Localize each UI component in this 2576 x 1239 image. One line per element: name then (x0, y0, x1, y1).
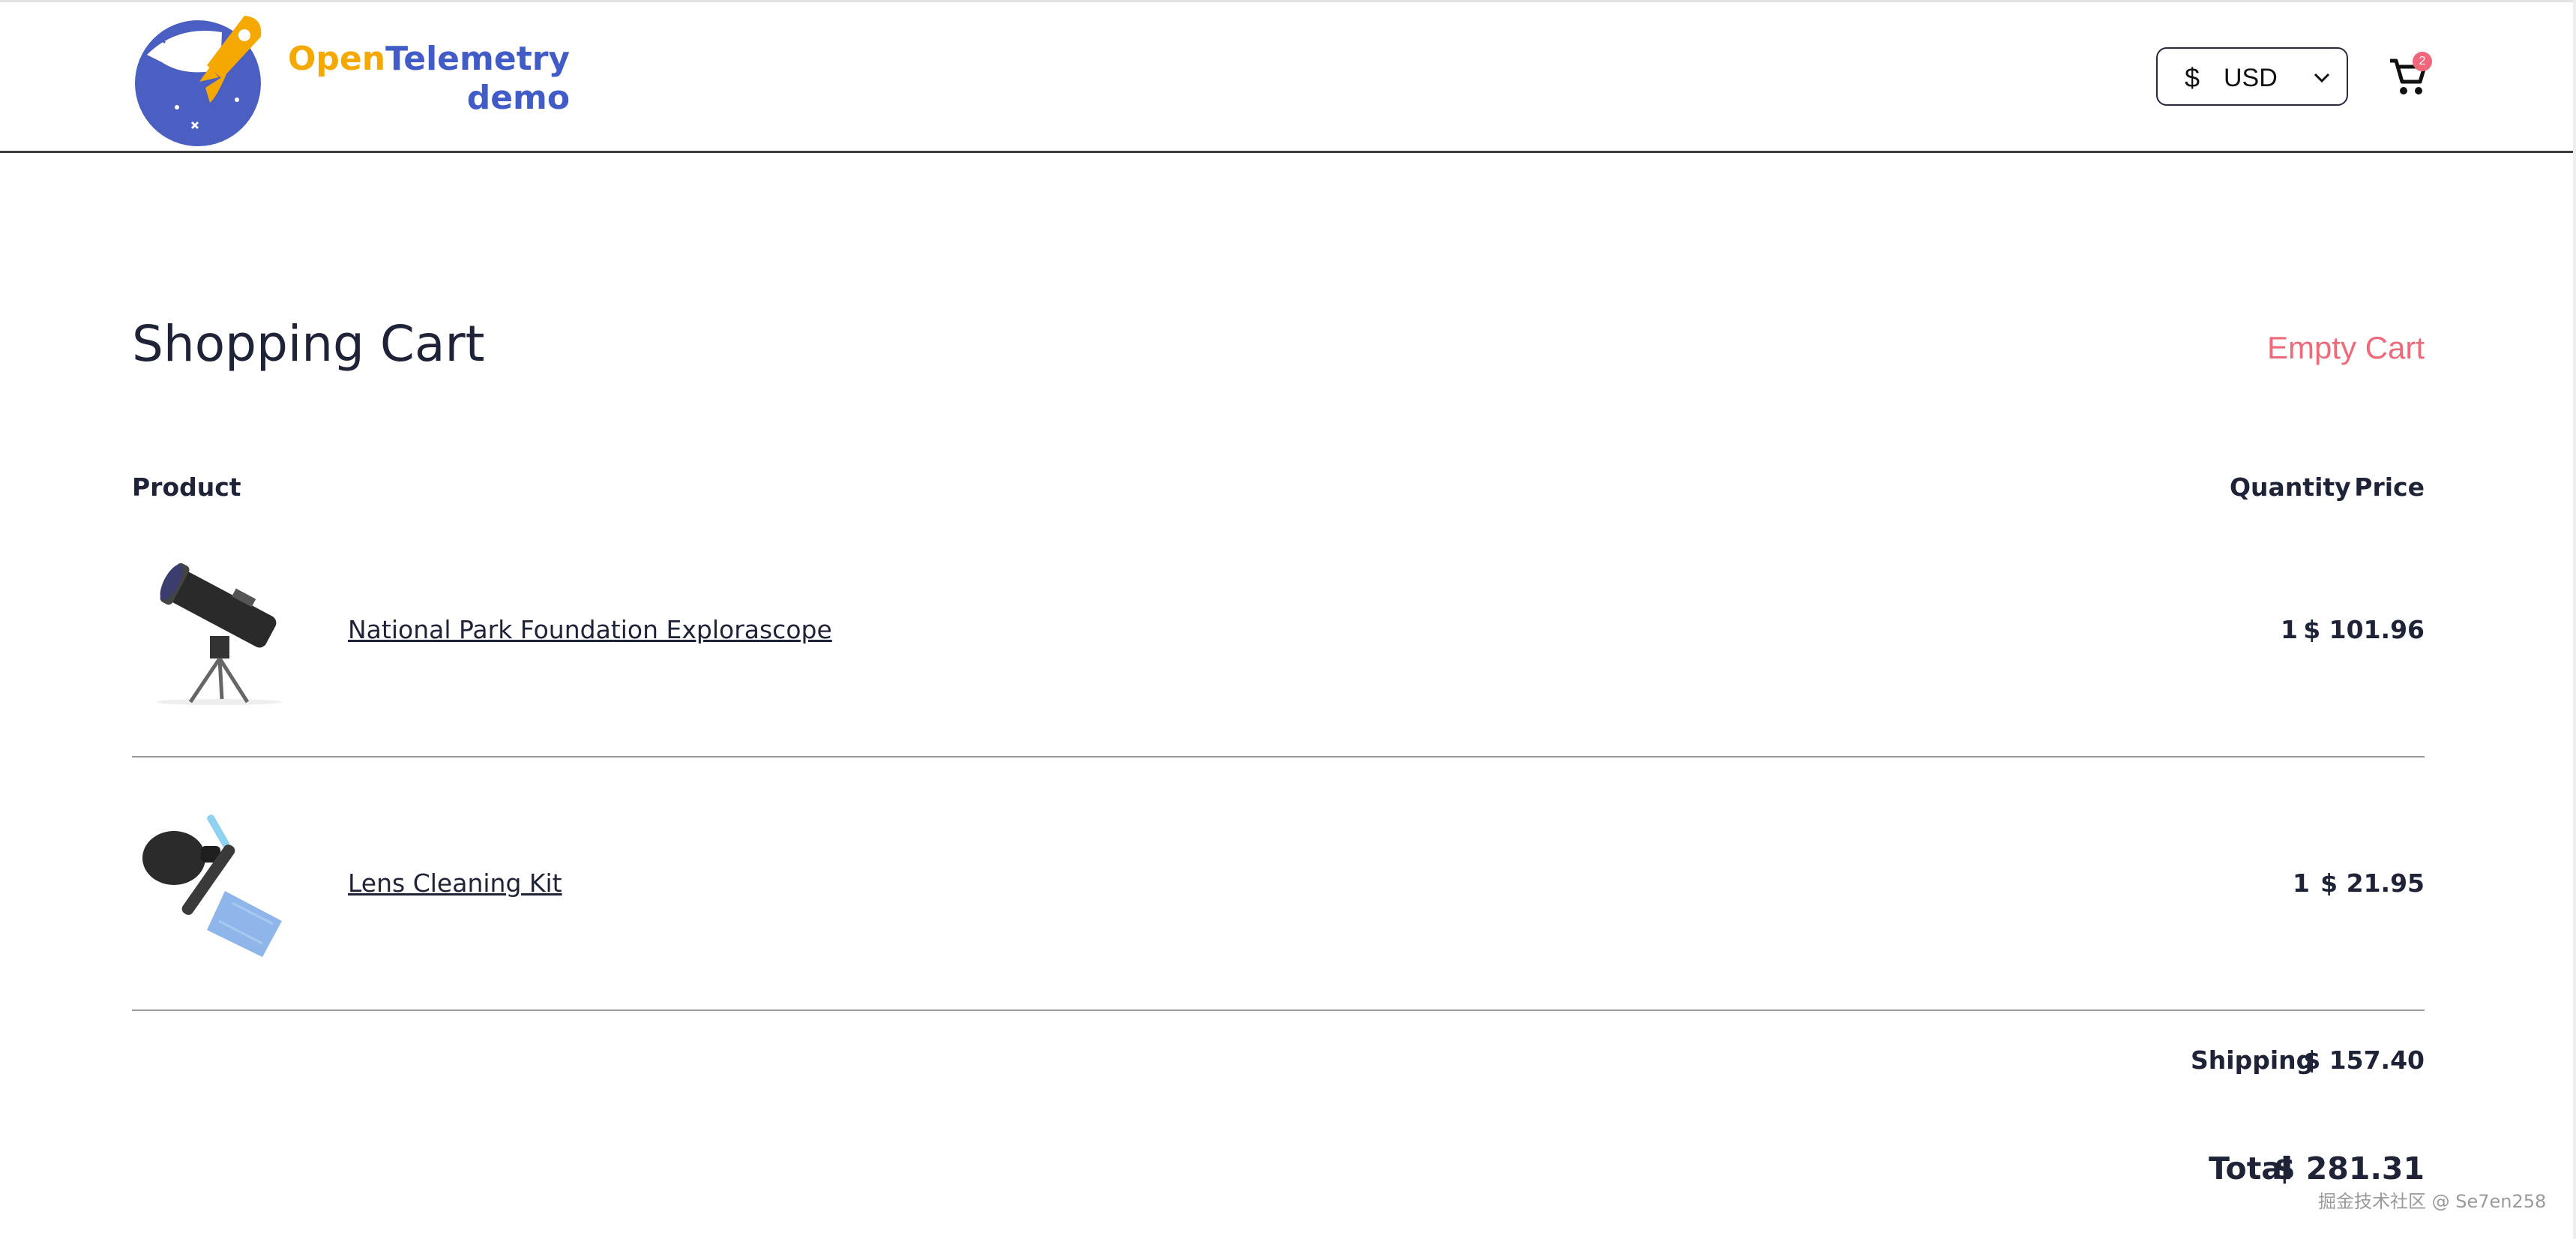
shipping-label: Shipping (2191, 1046, 2314, 1075)
item-quantity: 1 (2281, 615, 2298, 644)
cart-item-row: Lens Cleaning Kit 1 $ 21.95 (132, 758, 2425, 1011)
item-quantity: 1 (2293, 868, 2310, 898)
logo-word-telemetry: Telemetry (385, 40, 571, 78)
currency-select[interactable]: $ USD (2156, 47, 2348, 106)
site-header: OpenTelemetry demo $ USD 2 (0, 2, 2573, 153)
product-link[interactable]: National Park Foundation Explorascope (348, 615, 832, 644)
rocket-moon-icon (135, 16, 262, 146)
empty-cart-button[interactable]: Empty Cart (2267, 330, 2425, 366)
watermark: 掘金技术社区 @ Se7en258 (2318, 1191, 2547, 1212)
item-price: $ 21.95 (2320, 868, 2425, 898)
cart-count-badge: 2 (2413, 52, 2432, 71)
lens-cleaning-kit-image (142, 814, 282, 957)
column-header-product: Product (132, 472, 241, 502)
column-header-price: Price (2354, 472, 2425, 502)
logo-wordmark: OpenTelemetry demo (288, 40, 570, 118)
currency-code: USD (2224, 64, 2278, 92)
total-value: $ 281.31 (2273, 1150, 2425, 1186)
telescope-image (156, 562, 282, 705)
scrollbar-track[interactable] (2573, 0, 2576, 1239)
shipping-value: $ 157.40 (2303, 1046, 2425, 1075)
logo-word-demo: demo (466, 79, 571, 117)
product-link[interactable]: Lens Cleaning Kit (348, 868, 562, 898)
chevron-down-icon (2314, 73, 2330, 83)
cart-item-row: National Park Foundation Explorascope 1 … (132, 504, 2425, 758)
item-price: $ 101.96 (2303, 615, 2425, 644)
column-header-quantity: Quantity (2230, 472, 2351, 502)
currency-symbol: $ (2185, 62, 2200, 93)
cart-button[interactable]: 2 (2389, 52, 2434, 100)
logo-word-open: Open (288, 40, 386, 78)
opentelemetry-logo[interactable]: OpenTelemetry demo (132, 10, 570, 148)
page-title: Shopping Cart (132, 315, 485, 373)
